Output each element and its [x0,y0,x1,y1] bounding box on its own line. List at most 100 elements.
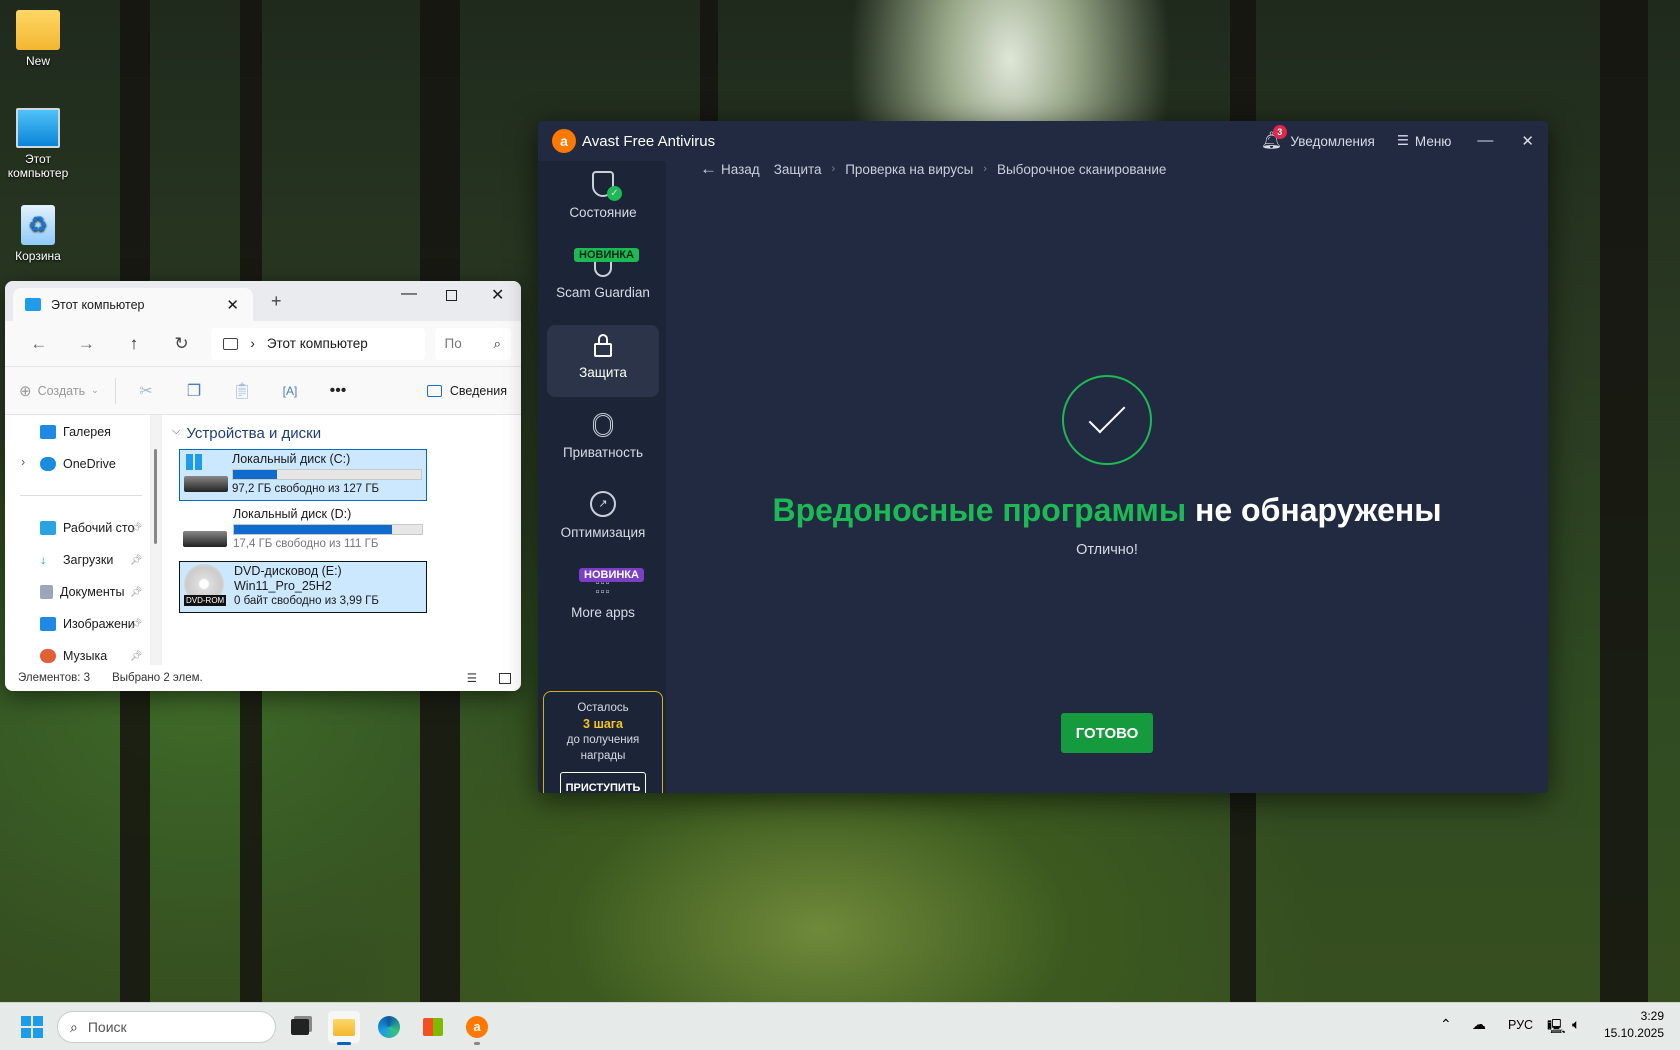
taskbar-avast[interactable]: a [461,1011,493,1045]
rename-icon[interactable]: [A] [266,384,314,398]
start-button[interactable]: ПРИСТУПИТЬ [560,772,646,793]
promo-text: награды [580,750,626,762]
done-button[interactable]: ГОТОВО [1061,713,1153,753]
sidebar-item-more-apps[interactable]: НОВИНКА ▫▫▫ ▫▫▫ More apps [547,565,659,637]
back-button[interactable]: ← Назад [700,159,760,179]
minimize-icon[interactable]: — [1477,132,1493,150]
pin-icon: 📌︎ [130,523,143,534]
clock[interactable]: 3:29 15.10.2025 [1600,1008,1664,1042]
monitor-icon [223,337,239,350]
devices-section-header[interactable]: ⌵ Устройства и диски [172,425,321,442]
result-rest: не обнаружены [1186,492,1442,528]
drive-c[interactable]: Локальный диск (C:) 97,2 ГБ свободно из 1… [179,449,427,501]
refresh-icon[interactable]: ↻ [158,334,206,354]
windows-logo-icon [21,1016,43,1038]
forward-icon[interactable]: → [63,334,111,354]
drive-name: DVD-дисковод (E:) [234,564,342,578]
explorer-tab[interactable]: Этот компьютер ✕ [13,288,253,321]
sidebar-item-scam-guardian[interactable]: НОВИНКА Scam Guardian [547,245,659,317]
drive-d[interactable]: Локальный диск (D:) 17,4 ГБ свободно из 1… [179,505,427,557]
task-view-button[interactable] [284,1011,316,1043]
sidebar-item-status[interactable]: ✓ Состояние [547,165,659,237]
nav-item-onedrive[interactable]: OneDrive [40,457,116,471]
volume-icon[interactable]: 🔈︎ [1572,1016,1580,1033]
taskbar-edge[interactable] [373,1011,405,1043]
menu-label: Меню [1414,133,1452,149]
app-title: Avast Free Antivirus [582,132,716,150]
nav-item-pictures[interactable]: Изображени [40,617,135,631]
more-icon[interactable]: ••• [314,382,362,400]
onedrive-offline-icon[interactable]: ☁ [1472,1016,1486,1033]
new-tab-icon[interactable]: + [271,291,282,312]
close-icon[interactable]: ✕ [491,285,504,305]
chevron-right-icon: › [831,163,836,175]
scan-result-heading: Вредоносные программы не обнаружены [666,492,1548,529]
desktop-icon-new-folder[interactable]: New [0,10,76,68]
sidebar-item-privacy[interactable]: Приватность [547,405,659,477]
chevron-down-icon: ⌄ [91,385,99,395]
avast-window: a Avast Free Antivirus 🔔︎ 3 Уведомления … [538,121,1548,793]
tiles-view-icon[interactable] [499,672,511,684]
language-indicator[interactable]: РУС [1508,1018,1533,1032]
breadcrumb-virus-scan[interactable]: Проверка на вирусы [845,162,973,177]
explorer-tab-bar: Этот компьютер ✕ + — ✕ [5,281,521,321]
nav-label: Документы [60,585,125,599]
chevron-right-icon: › [250,336,255,351]
details-view-icon[interactable]: ☰ [467,671,477,685]
nav-item-desktop[interactable]: Рабочий сто [40,521,134,535]
hard-drive-icon [183,507,227,551]
sidebar-item-optimization[interactable]: ↗ Оптимизация [547,485,659,557]
details-label: Сведения [449,383,507,398]
pin-icon: 📌︎ [130,651,143,662]
close-tab-icon[interactable]: ✕ [226,296,239,314]
background-tree [1600,0,1648,1002]
pictures-icon [40,617,56,631]
drive-e-dvd[interactable]: DVD-ROM DVD-дисковод (E:) Win11_Pro_25H2 0… [179,561,427,613]
sidebar-label: More apps [571,605,635,620]
address-bar[interactable]: › Этот компьютер [211,327,425,360]
nav-item-downloads[interactable]: ↓ Загрузки [40,553,113,567]
back-icon[interactable]: ← [15,334,63,354]
nav-item-documents[interactable]: Документы [40,585,124,599]
up-icon[interactable]: ↑ [110,334,158,354]
nav-item-gallery[interactable]: Галерея [40,425,111,439]
start-button[interactable] [16,1011,48,1043]
sidebar-item-protection[interactable]: Защита [547,325,659,397]
drive-name: Локальный диск (D:) [233,507,352,521]
notifications-button[interactable]: 🔔︎ 3 Уведомления [1261,125,1375,151]
tab-title: Этот компьютер [51,297,145,312]
taskbar-store[interactable] [417,1011,449,1043]
breadcrumb-protection[interactable]: Защита [774,162,822,177]
plus-circle-icon: ⊕ [19,382,32,400]
show-hidden-icons-chevron[interactable]: ⌃ [1440,1016,1452,1033]
details-button[interactable]: Сведения [426,383,507,398]
copy-icon[interactable]: ❐ [170,381,218,401]
fingerprint-icon [593,413,613,437]
nav-label: Рабочий сто [63,521,135,535]
network-icon[interactable]: 🖳︎ [1547,1016,1566,1040]
search-input[interactable]: По ⌕ [434,327,512,360]
paste-icon[interactable]: 📋︎ [218,381,266,401]
menu-button[interactable]: ☰ Меню [1397,133,1452,149]
create-button[interactable]: ⊕ Создать ⌄ [19,382,109,400]
desktop-icon-this-pc[interactable]: Этот компьютер [0,108,76,180]
nav-item-music[interactable]: Музыка [40,649,107,663]
back-label: Назад [721,161,760,177]
notification-count-badge: 3 [1272,125,1287,139]
hard-drive-windows-icon [184,452,228,496]
explorer-body: Галерея › OneDrive Рабочий сто 📌︎ ↓ Загру… [5,415,521,665]
taskbar-file-explorer[interactable] [328,1011,360,1045]
taskbar-search[interactable]: ⌕ Поиск [57,1011,276,1043]
maximize-icon[interactable] [446,290,457,301]
new-badge: НОВИНКА [574,248,639,262]
desktop-icon-recycle-bin[interactable]: ♻ Корзина [0,205,76,263]
close-icon[interactable]: ✕ [1521,132,1534,150]
expand-chevron-icon[interactable]: › [21,455,25,469]
item-count: Элементов: 3 [18,672,91,684]
minimize-icon[interactable]: — [401,285,417,303]
nav-scrollbar[interactable] [150,415,162,665]
cut-icon[interactable]: ✂ [122,381,170,401]
promo-text: Осталось [577,702,629,714]
avast-logo-icon: a [552,129,576,153]
avast-title-bar: a Avast Free Antivirus 🔔︎ 3 Уведомления … [538,121,1548,161]
